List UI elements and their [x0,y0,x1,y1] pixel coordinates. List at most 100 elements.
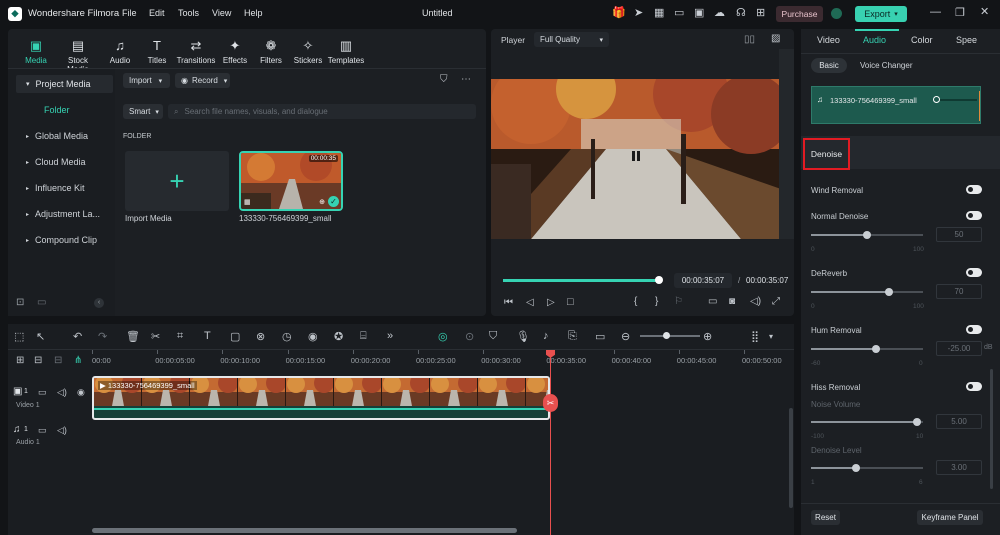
menu-file[interactable]: File [122,8,137,18]
zoom-out-icon[interactable]: ⊖ [621,330,630,343]
zoom-handle[interactable] [663,332,670,339]
denoise-level-value[interactable]: 3.00 [936,460,982,475]
hum-removal-slider[interactable] [811,345,923,353]
slider-handle[interactable] [913,418,922,426]
maximize-icon[interactable]: ❐ [955,6,965,19]
keyframe-panel-button[interactable]: Keyframe Panel [917,510,983,525]
noise-volume-slider[interactable] [811,418,923,426]
slider-handle[interactable] [851,464,860,472]
minimize-icon[interactable]: — [930,6,941,18]
speaker-icon[interactable]: ◁) [57,387,67,398]
compare-icon[interactable]: ▯▯ [744,34,755,45]
tab-media[interactable]: ▣ Media [15,38,57,65]
export-button[interactable]: Export ▾ [855,6,907,22]
crop-icon[interactable]: ⌗ [177,330,183,343]
denoise-level-slider[interactable] [811,464,923,472]
split-icon[interactable]: ✂ [151,330,160,343]
subtab-basic[interactable]: Basic [811,58,847,73]
hum-removal-value[interactable]: -25.00 [936,341,982,356]
tab-titles[interactable]: T Titles [136,38,178,65]
timeline-scrollbar[interactable] [92,528,517,533]
palette-icon[interactable]: ◉ [308,330,318,343]
tab-audio[interactable]: ♫ Audio [99,38,141,65]
shield-icon[interactable]: ⛉ [489,330,497,343]
marker-icon[interactable]: ⚐ [674,296,683,307]
sidebar-item-cloud-media[interactable]: ▸ Cloud Media [16,153,113,171]
new-folder-icon[interactable]: ⊡ [16,297,24,308]
step-back-icon[interactable]: ⏮ [504,297,513,308]
clip-volume-knob[interactable] [933,96,940,103]
camera-icon[interactable]: ◙ [729,296,735,307]
tab-transitions[interactable]: ⇄ Transitions [175,38,217,65]
progress-handle[interactable] [655,276,663,284]
send-icon[interactable]: ➤ [634,6,643,19]
cloud-upload-icon[interactable]: ☁ [714,6,725,19]
grid-icon[interactable]: ▦ [654,6,664,19]
clip-volume-track[interactable] [937,99,977,101]
normal-denoise-slider[interactable] [811,231,923,239]
filter-icon[interactable]: ⛉ [440,74,448,85]
menu-help[interactable]: Help [244,8,263,18]
import-dropdown[interactable]: Import ▾ [123,73,170,88]
folder-icon[interactable]: ▭ [38,425,47,436]
media-clip-thumbnail[interactable]: 00:00:35 ▦ ⊕ ✓ [239,151,343,211]
tab-video[interactable]: Video [817,35,840,45]
pointer-icon[interactable]: ↖ [36,330,45,343]
tab-filters[interactable]: ❁ Filters [250,38,292,65]
play-icon[interactable]: ▷ [547,297,555,308]
apps-icon[interactable]: ⊞ [756,6,765,19]
sidebar-item-project-media[interactable]: ▾ Project Media [16,75,113,93]
hum-removal-toggle[interactable] [966,325,982,334]
unlink-icon[interactable]: ⊟ [54,355,62,366]
sidebar-item-folder[interactable]: Folder [16,101,113,119]
mark-out-icon[interactable]: } [655,296,658,307]
playhead-line[interactable] [550,350,551,535]
undo-icon[interactable]: ↶ [73,330,82,343]
zoom-icon[interactable]: ⊕ [319,198,325,206]
snap-icon[interactable]: ◎ [438,330,448,343]
play-reverse-icon[interactable]: ◁ [526,297,534,308]
folder-icon[interactable]: ▭ [38,387,47,398]
slider-handle[interactable] [871,345,880,353]
eye-icon[interactable]: ◉ [77,387,85,398]
dereverb-slider[interactable] [811,288,923,296]
slider-handle[interactable] [863,231,871,239]
tab-stickers[interactable]: ✧ Stickers [287,38,329,65]
menu-edit[interactable]: Edit [149,8,165,18]
replace-icon[interactable]: ⎘ [568,330,577,343]
subtab-voice-changer[interactable]: Voice Changer [860,61,912,70]
progress-track[interactable] [503,276,663,284]
hiss-removal-toggle[interactable] [966,382,982,391]
redo-icon[interactable]: ↷ [98,330,107,343]
microphone-icon[interactable]: 🎙 [516,330,530,343]
snapshot-image-icon[interactable]: ▨ [771,33,780,44]
noise-volume-value[interactable]: 5.00 [936,414,982,429]
scissors-icon[interactable]: ✂ [543,394,558,412]
zoom-slider[interactable] [640,332,700,339]
record-dropdown[interactable]: ◉ Record ▾ [175,73,230,88]
timeline-video-clip[interactable]: ▶ 133330-756469399_small [92,376,550,420]
tab-speed[interactable]: Spee [956,35,977,45]
fullscreen-icon[interactable]: ⤢ [772,296,780,307]
folder-icon[interactable]: ▭ [37,297,46,308]
chevron-down-icon[interactable]: ▾ [769,332,773,341]
motion-icon[interactable]: ⊙ [465,330,474,343]
tab-audio-props[interactable]: Audio [863,35,886,45]
import-media-tile[interactable]: + [125,151,229,211]
search-input[interactable]: ⌕ Search file names, visuals, and dialogu… [168,104,476,119]
denoise-heading[interactable]: Denoise [803,138,850,170]
gift-icon[interactable]: 🎁 [612,6,626,19]
normal-denoise-value[interactable]: 50 [936,227,982,242]
panel-scrollbar[interactable] [990,369,993,489]
sidebar-item-influence-kit[interactable]: ▸ Influence Kit [16,179,113,197]
record-box-icon[interactable]: ▢ [230,330,240,343]
select-icon[interactable]: ⬚ [14,330,24,343]
normal-denoise-toggle[interactable] [966,211,982,220]
delete-icon[interactable]: 🗑 [126,330,140,343]
monitor-icon[interactable]: ▭ [674,6,684,19]
reset-button[interactable]: Reset [811,510,840,525]
headset-icon[interactable]: ☊ [736,6,746,19]
sidebar-item-adjustment-layer[interactable]: ▸ Adjustment La... [16,205,113,223]
link-icon[interactable]: ⊟ [34,355,42,366]
mark-in-icon[interactable]: { [634,296,637,307]
